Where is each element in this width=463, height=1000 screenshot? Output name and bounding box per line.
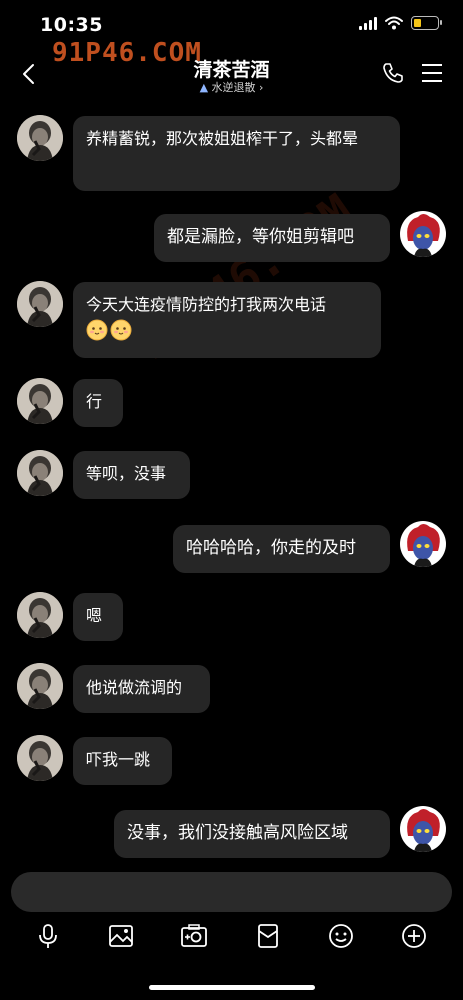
message-bubble-left[interactable]: 等呗，没事 <box>73 451 190 499</box>
pray-icon: ▲ <box>199 81 209 94</box>
signal-icon <box>359 16 377 30</box>
avatar[interactable] <box>17 735 63 781</box>
plus-icon[interactable] <box>400 922 428 950</box>
emoji-smile-icon <box>110 319 132 341</box>
message-bubble-left[interactable]: 嗯 <box>73 593 123 641</box>
red-packet-icon[interactable] <box>254 922 282 950</box>
status-icons <box>359 16 442 30</box>
message-text: 都是漏脸，等你姐剪辑吧 <box>167 227 354 247</box>
mic-icon[interactable] <box>34 922 62 950</box>
message-text: 今天大连疫情防控的打我两次电话 <box>86 295 327 314</box>
avatar[interactable] <box>17 281 63 327</box>
message-text: 等呗，没事 <box>86 464 167 483</box>
message-text: 吓我一跳 <box>86 750 151 769</box>
message-bubble-left[interactable]: 吓我一跳 <box>73 737 172 785</box>
battery-icon <box>411 16 442 30</box>
message-text: 哈哈哈哈，你走的及时 <box>186 538 356 558</box>
avatar[interactable] <box>400 521 446 567</box>
message-bubble-right[interactable]: 哈哈哈哈，你走的及时 <box>173 525 390 573</box>
subtitle-text: 水逆退散 <box>211 81 256 94</box>
message-input[interactable] <box>11 872 452 912</box>
wifi-icon <box>385 16 403 30</box>
status-time: 10:35 <box>40 14 103 36</box>
chevron-right-icon: › <box>259 81 264 94</box>
message-text: 他说做流调的 <box>86 678 183 697</box>
avatar[interactable] <box>17 663 63 709</box>
message-bubble-right[interactable]: 没事，我们没接触高风险区域 <box>114 810 390 858</box>
home-indicator <box>149 985 315 990</box>
avatar[interactable] <box>400 211 446 257</box>
message-text: 行 <box>86 392 103 411</box>
message-bubble-left[interactable]: 今天大连疫情防控的打我两次电话 <box>73 282 381 358</box>
message-text: 嗯 <box>86 606 103 625</box>
avatar[interactable] <box>17 592 63 638</box>
avatar[interactable] <box>17 378 63 424</box>
message-text: 养精蓄锐，那次被姐姐榨干了，头都晕 <box>86 129 359 148</box>
avatar[interactable] <box>17 115 63 161</box>
menu-icon[interactable] <box>421 63 443 83</box>
message-bubble-left[interactable]: 养精蓄锐，那次被姐姐榨干了，头都晕 <box>73 116 400 191</box>
message-text: 没事，我们没接触高风险区域 <box>127 823 348 843</box>
emoji-smile-icon <box>86 319 108 341</box>
image-icon[interactable] <box>107 922 135 950</box>
message-bubble-right[interactable]: 都是漏脸，等你姐剪辑吧 <box>154 214 390 262</box>
phone-icon[interactable] <box>381 61 405 85</box>
message-bubble-left[interactable]: 他说做流调的 <box>73 665 210 713</box>
avatar[interactable] <box>17 450 63 496</box>
avatar[interactable] <box>400 806 446 852</box>
emoji-icon[interactable] <box>327 922 355 950</box>
message-bubble-left[interactable]: 行 <box>73 379 123 427</box>
camera-icon[interactable] <box>180 922 208 950</box>
